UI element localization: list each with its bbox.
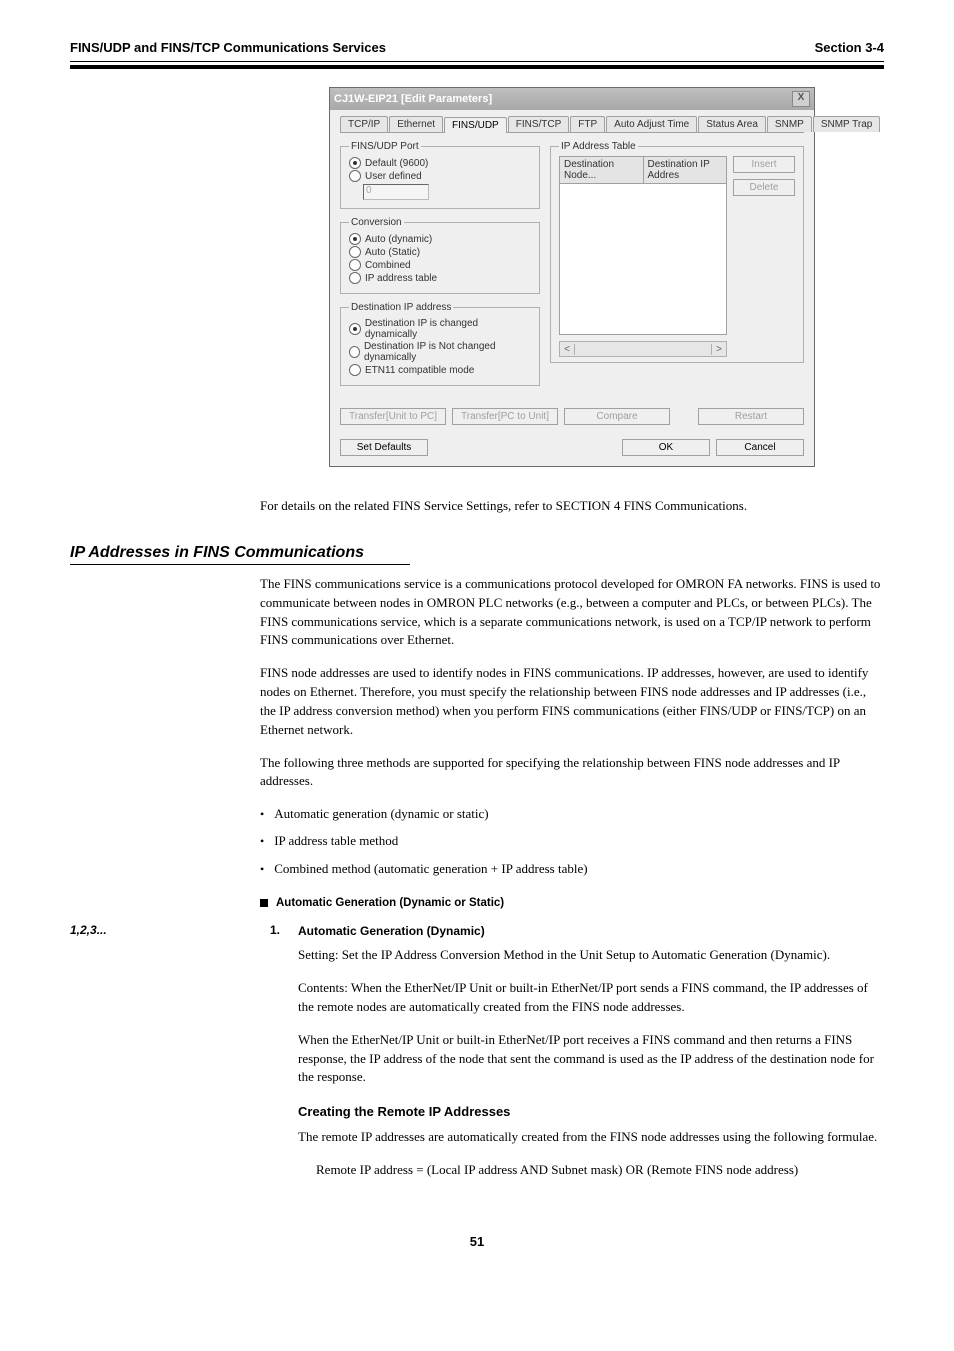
- cancel-button[interactable]: Cancel: [716, 439, 804, 456]
- fins-udp-port-group: FINS/UDP Port Default (9600) User define…: [340, 141, 540, 209]
- radio-icon: [349, 233, 361, 245]
- fins-udp-port-legend: FINS/UDP Port: [349, 141, 421, 152]
- paragraph: The following three methods are supporte…: [260, 754, 884, 792]
- radio-default-9600[interactable]: Default (9600): [349, 157, 531, 169]
- dialog-titlebar: CJ1W-EIP21 [Edit Parameters] X: [330, 88, 814, 110]
- paragraph: Setting: Set the IP Address Conversion M…: [298, 946, 884, 965]
- radio-icon: [349, 259, 361, 271]
- radio-dest-dynamic[interactable]: Destination IP is changed dynamically: [349, 318, 531, 340]
- radio-icon: [349, 323, 361, 335]
- section-heading: IP Addresses in FINS Communications: [70, 544, 410, 565]
- step-number: 1.: [270, 923, 288, 1194]
- destination-ip-group: Destination IP address Destination IP is…: [340, 302, 540, 386]
- ip-table-header: Destination Node... Destination IP Addre…: [559, 156, 727, 184]
- conversion-legend: Conversion: [349, 217, 404, 228]
- step-title: Automatic Generation (Dynamic): [298, 923, 884, 940]
- ip-address-table-legend: IP Address Table: [559, 141, 638, 152]
- ip-table-body[interactable]: [559, 184, 727, 335]
- radio-auto-static[interactable]: Auto (Static): [349, 246, 531, 258]
- radio-user-defined[interactable]: User defined: [349, 170, 531, 182]
- radio-dest-not-dynamic[interactable]: Destination IP is Not changed dynamicall…: [349, 341, 531, 363]
- insert-button[interactable]: Insert: [733, 156, 795, 173]
- set-defaults-button[interactable]: Set Defaults: [340, 439, 428, 456]
- transfer-pc-to-unit-button[interactable]: Transfer[PC to Unit]: [452, 408, 558, 425]
- radio-etn11-mode[interactable]: ETN11 compatible mode: [349, 364, 531, 376]
- subsection-heading: Automatic Generation (Dynamic or Static): [260, 897, 884, 909]
- tab-finsudp[interactable]: FINS/UDP: [444, 117, 507, 133]
- procedure-label: 1,2,3...: [70, 923, 260, 937]
- tab-strip: TCP/IP Ethernet FINS/UDP FINS/TCP FTP Au…: [340, 116, 804, 133]
- tab-ethernet[interactable]: Ethernet: [389, 116, 443, 132]
- dialog-title: CJ1W-EIP21 [Edit Parameters]: [334, 93, 492, 105]
- scroll-right-icon[interactable]: >: [711, 344, 726, 355]
- radio-auto-dynamic[interactable]: Auto (dynamic): [349, 233, 531, 245]
- sub-item-heading: Creating the Remote IP Addresses: [298, 1103, 884, 1122]
- radio-combined[interactable]: Combined: [349, 259, 531, 271]
- header-left: FINS/UDP and FINS/TCP Communications Ser…: [70, 40, 386, 55]
- list-item: • Combined method (automatic generation …: [260, 860, 884, 879]
- conversion-group: Conversion Auto (dynamic) Auto (Static): [340, 217, 540, 294]
- paragraph: For details on the related FINS Service …: [260, 497, 884, 516]
- edit-parameters-dialog: CJ1W-EIP21 [Edit Parameters] X TCP/IP Et…: [329, 87, 815, 467]
- transfer-unit-to-pc-button[interactable]: Transfer[Unit to PC]: [340, 408, 446, 425]
- ip-address-table-group: IP Address Table Destination Node... Des…: [550, 141, 804, 363]
- radio-icon: [349, 346, 360, 358]
- radio-icon: [349, 364, 361, 376]
- paragraph: FINS node addresses are used to identify…: [260, 664, 884, 739]
- col-dest-ip[interactable]: Destination IP Addres: [644, 157, 727, 183]
- close-icon[interactable]: X: [792, 91, 810, 107]
- tab-autoadjust[interactable]: Auto Adjust Time: [606, 116, 697, 132]
- paragraph: The remote IP addresses are automaticall…: [298, 1128, 884, 1147]
- list-item: • Automatic generation (dynamic or stati…: [260, 805, 884, 824]
- square-bullet-icon: [260, 899, 268, 907]
- radio-icon: [349, 272, 361, 284]
- scroll-left-icon[interactable]: <: [560, 344, 575, 355]
- page-number: 51: [70, 1234, 884, 1249]
- tab-ftp[interactable]: FTP: [570, 116, 605, 132]
- paragraph: When the EtherNet/IP Unit or built-in Et…: [298, 1031, 884, 1088]
- paragraph: Contents: When the EtherNet/IP Unit or b…: [298, 979, 884, 1017]
- paragraph: The FINS communications service is a com…: [260, 575, 884, 650]
- udp-port-input[interactable]: 0: [363, 184, 429, 200]
- compare-button[interactable]: Compare: [564, 408, 670, 425]
- delete-button[interactable]: Delete: [733, 179, 795, 196]
- radio-ip-table[interactable]: IP address table: [349, 272, 531, 284]
- tab-tcpip[interactable]: TCP/IP: [340, 116, 388, 132]
- col-dest-node[interactable]: Destination Node...: [560, 157, 644, 183]
- ip-table-scrollbar[interactable]: < >: [559, 341, 727, 357]
- radio-icon: [349, 157, 361, 169]
- restart-button[interactable]: Restart: [698, 408, 804, 425]
- rule-thin: [70, 61, 884, 62]
- radio-icon: [349, 246, 361, 258]
- tab-snmptrap[interactable]: SNMP Trap: [813, 116, 881, 132]
- list-item: • IP address table method: [260, 832, 884, 851]
- header-right: Section 3-4: [815, 40, 884, 55]
- tab-statusarea[interactable]: Status Area: [698, 116, 766, 132]
- destination-ip-legend: Destination IP address: [349, 302, 453, 313]
- ok-button[interactable]: OK: [622, 439, 710, 456]
- radio-icon: [349, 170, 361, 182]
- tab-finstcp[interactable]: FINS/TCP: [508, 116, 570, 132]
- formula: Remote IP address = (Local IP address AN…: [316, 1161, 884, 1180]
- tab-snmp[interactable]: SNMP: [767, 116, 812, 132]
- rule-thick: [70, 65, 884, 69]
